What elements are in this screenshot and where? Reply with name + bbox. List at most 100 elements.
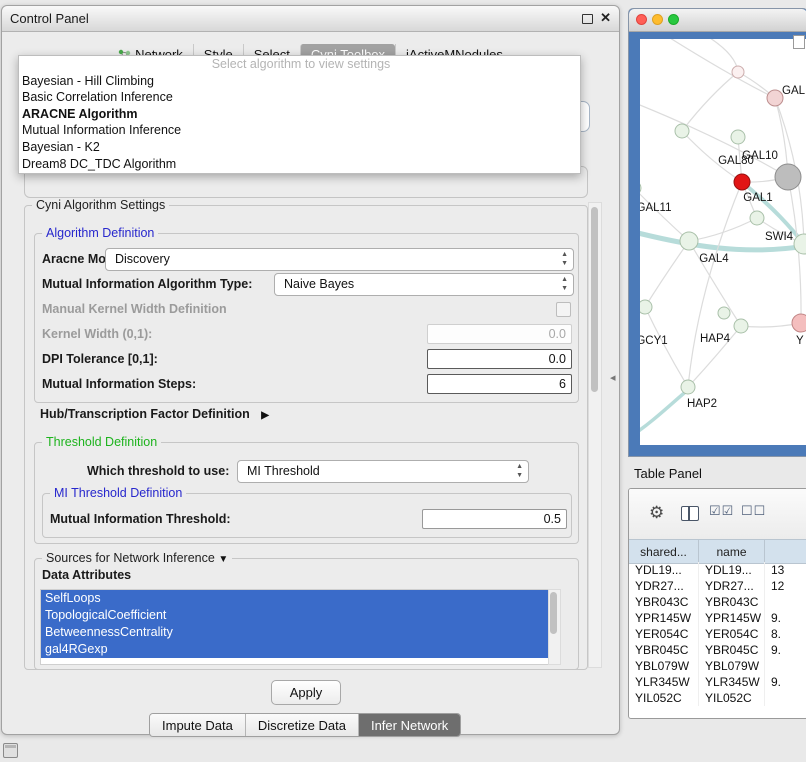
dropdown-item-aracne-algorithm[interactable]: ARACNE Algorithm — [19, 106, 580, 123]
network-node[interactable] — [775, 164, 801, 190]
column-header-2[interactable] — [765, 540, 806, 563]
aracne-mode-select[interactable]: Discovery ▲▼ — [105, 248, 574, 271]
minimize-traffic-light[interactable] — [652, 14, 663, 25]
attribute-item-betweennesscentrality[interactable]: BetweennessCentrality — [41, 624, 549, 641]
dropdown-item-dream8-dc-tdc-algorithm[interactable]: Dream8 DC_TDC Algorithm — [19, 156, 580, 173]
table-cell: YLR345W — [699, 674, 765, 690]
node-label-y: Y — [796, 335, 804, 347]
network-node[interactable] — [681, 380, 695, 394]
attribute-item-topologicalcoefficient[interactable]: TopologicalCoefficient — [41, 607, 549, 624]
table-row[interactable]: YER054CYER054C8. — [629, 626, 806, 642]
network-view-window: GALGAL80GAL10GAL11GAL1SWI4GAL4GCY1HAP4YH… — [628, 8, 806, 457]
table-cell: YDR27... — [629, 578, 699, 594]
table-cell: 9. — [765, 674, 806, 690]
dropdown-item-bayesian-hill-climbing[interactable]: Bayesian - Hill Climbing — [19, 73, 580, 90]
table-cell: 9. — [765, 642, 806, 658]
panel-dock-icon[interactable] — [3, 743, 18, 758]
table-cell — [765, 594, 806, 610]
manual-kernel-checkbox[interactable] — [556, 302, 571, 317]
network-node[interactable] — [718, 307, 730, 319]
close-traffic-light[interactable] — [636, 14, 647, 25]
table-cell: YBR043C — [629, 594, 699, 610]
table-row[interactable]: YDR27...YDR27...12 — [629, 578, 806, 594]
network-node[interactable] — [640, 181, 641, 195]
mi-type-select[interactable]: Naive Bayes ▲▼ — [274, 273, 574, 296]
table-panel-label: Table Panel — [634, 466, 702, 481]
network-node[interactable] — [750, 211, 764, 225]
list-scrollbar[interactable] — [548, 589, 561, 665]
node-label-hap4: HAP4 — [700, 333, 731, 345]
network-node[interactable] — [792, 314, 806, 332]
column-header-shared[interactable]: shared... — [629, 540, 699, 563]
panel-collapse-arrow[interactable]: ◂ — [610, 371, 616, 384]
hub-definition-toggle[interactable]: Hub/Transcription Factor Definition ▶ — [40, 407, 269, 421]
float-window-icon[interactable] — [582, 14, 593, 24]
which-threshold-select[interactable]: MI Threshold ▲▼ — [237, 460, 529, 483]
table-cell: YBL079W — [699, 658, 765, 674]
network-node[interactable] — [640, 300, 652, 314]
table-row[interactable]: YBL079WYBL079W — [629, 658, 806, 674]
network-node[interactable] — [767, 90, 783, 106]
network-node[interactable] — [675, 124, 689, 138]
node-label-gal1: GAL1 — [743, 192, 772, 204]
settings-scrollbar[interactable] — [588, 202, 602, 668]
chevron-right-icon: ▶ — [261, 410, 269, 421]
table-cell: 12 — [765, 578, 806, 594]
hub-definition-label: Hub/Transcription Factor Definition — [40, 407, 250, 421]
dropdown-item-bayesian-k2[interactable]: Bayesian - K2 — [19, 139, 580, 156]
network-edge — [689, 218, 757, 241]
table-cell: YER054C — [629, 626, 699, 642]
columns-icon[interactable] — [681, 506, 699, 521]
mi-steps-field[interactable] — [427, 374, 572, 394]
network-node[interactable] — [734, 319, 748, 333]
network-window-titlebar[interactable] — [629, 9, 806, 32]
attribute-item-selfloops[interactable]: SelfLoops — [41, 590, 549, 607]
select-all-checks-icon[interactable]: ☑☑ — [709, 503, 734, 519]
table-row[interactable]: YPR145WYPR145W9. — [629, 610, 806, 626]
table-row[interactable]: YBR045CYBR045C9. — [629, 642, 806, 658]
network-edge — [682, 72, 738, 131]
network-overview-box[interactable] — [793, 35, 805, 49]
dpi-tolerance-label: DPI Tolerance [0,1]: — [42, 352, 158, 366]
control-panel-titlebar[interactable]: Control Panel ✕ — [2, 6, 619, 32]
combo-stepper-icon: ▲▼ — [561, 275, 568, 293]
table-cell: 8. — [765, 626, 806, 642]
table-cell: YPR145W — [699, 610, 765, 626]
network-node[interactable] — [731, 130, 745, 144]
table-row[interactable]: YIL052CYIL052C — [629, 690, 806, 706]
dropdown-item-basic-correlation-inference[interactable]: Basic Correlation Inference — [19, 89, 580, 106]
table-row[interactable]: YDL19...YDL19...13 — [629, 562, 806, 578]
close-icon[interactable]: ✕ — [600, 10, 611, 26]
table-row[interactable]: YLR345WYLR345W9. — [629, 674, 806, 690]
table-cell: YDL19... — [699, 562, 765, 578]
table-cell: YBR045C — [629, 642, 699, 658]
sources-toggle[interactable]: Sources for Network Inference ▼ — [42, 551, 232, 565]
table-row[interactable]: YBR043CYBR043C — [629, 594, 806, 610]
network-canvas[interactable]: GALGAL80GAL10GAL11GAL1SWI4GAL4GCY1HAP4YH… — [640, 39, 806, 445]
bottom-tab-infer-network[interactable]: Infer Network — [358, 714, 460, 736]
dpi-tolerance-field[interactable] — [427, 349, 572, 369]
bottom-tab-discretize-data[interactable]: Discretize Data — [245, 714, 358, 736]
node-label-swi4: SWI4 — [765, 231, 794, 243]
mi-type-label: Mutual Information Algorithm Type: — [42, 277, 252, 291]
list-scrollbar-thumb[interactable] — [550, 592, 557, 634]
dropdown-item-mutual-information-inference[interactable]: Mutual Information Inference — [19, 122, 580, 139]
group-title: Algorithm Definition — [42, 226, 158, 240]
deselect-all-boxes-icon[interactable]: ☐☐ — [741, 503, 766, 519]
network-node[interactable] — [732, 66, 744, 78]
algorithm-dropdown-popup: Select algorithm to view settingsBayesia… — [18, 55, 581, 174]
network-node[interactable] — [680, 232, 698, 250]
settings-scrollbar-thumb[interactable] — [591, 207, 598, 392]
gear-icon[interactable]: ⚙ — [649, 503, 664, 523]
zoom-traffic-light[interactable] — [668, 14, 679, 25]
table-cell: YBR045C — [699, 642, 765, 658]
mi-threshold-field[interactable] — [422, 509, 567, 529]
table-cell — [765, 690, 806, 706]
column-header-name[interactable]: name — [699, 540, 765, 563]
apply-button[interactable]: Apply — [271, 680, 341, 705]
bottom-tab-bar: Impute DataDiscretize DataInfer Network — [149, 713, 461, 737]
network-node[interactable] — [734, 174, 750, 190]
attribute-item-gal4rgexp[interactable]: gal4RGexp — [41, 641, 549, 658]
kernel-width-field[interactable] — [427, 324, 572, 344]
bottom-tab-impute-data[interactable]: Impute Data — [150, 714, 245, 736]
